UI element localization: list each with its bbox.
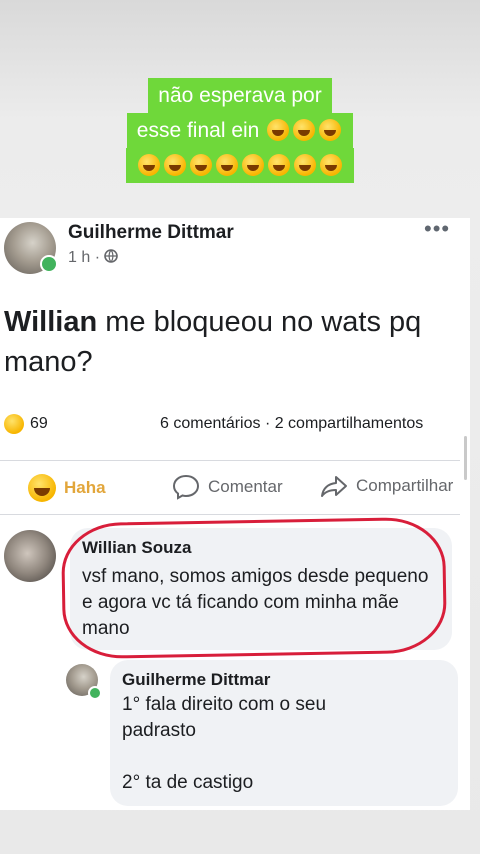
- scrollbar[interactable]: [464, 436, 467, 480]
- comment-button[interactable]: Comentar: [172, 474, 283, 500]
- highlight-circle: [60, 516, 448, 660]
- haha-emoji-icon: [28, 474, 56, 502]
- haha-reaction-icon[interactable]: [4, 414, 24, 434]
- comment-icon: [172, 474, 200, 500]
- laughing-emoji-icon: [319, 119, 342, 141]
- post-timestamp: 1 h ·: [68, 249, 119, 267]
- commenter-avatar-1[interactable]: [4, 530, 56, 582]
- globe-icon: [104, 249, 119, 263]
- comment-author-2[interactable]: Guilherme Dittmar: [122, 670, 270, 690]
- caption-line-1: não esperava por: [148, 78, 332, 113]
- caption-line-3: [126, 148, 354, 183]
- laughing-emoji-icon: [242, 154, 264, 176]
- laughing-emoji-icon: [293, 119, 316, 141]
- haha-label: Haha: [64, 478, 106, 497]
- online-status-dot-2: [88, 686, 102, 700]
- laughing-emoji-icon: [320, 154, 342, 176]
- reaction-count[interactable]: 69: [30, 415, 48, 433]
- comment-text-2-line-2: padrasto: [122, 720, 196, 741]
- post-stats[interactable]: 6 comentários · 2 compartilhamentos: [160, 415, 423, 433]
- post-time-text: 1 h ·: [68, 249, 101, 266]
- caption-line-2: esse final ein: [126, 113, 354, 148]
- laughing-emoji-icon: [216, 154, 238, 176]
- laughing-emoji-icon: [190, 154, 212, 176]
- laughing-emoji-icon: [268, 154, 290, 176]
- share-label: Compartilhar: [356, 476, 454, 495]
- laughing-emoji-icon: [294, 154, 316, 176]
- more-options-icon[interactable]: •••: [424, 216, 450, 242]
- laughing-emoji-icon: [164, 154, 186, 176]
- share-button[interactable]: Compartilhar: [320, 474, 453, 498]
- comment-text-2-line-3: 2° ta de castigo: [122, 772, 254, 793]
- comment-text-2-line-1: 1° fala direito com o seu: [122, 694, 327, 715]
- laughing-emoji-icon: [267, 119, 290, 141]
- caption-line-2-text: esse final ein: [136, 119, 260, 142]
- video-caption: não esperava por esse final ein: [102, 78, 378, 183]
- share-icon: [321, 476, 347, 497]
- divider-bottom: [0, 514, 460, 515]
- post-text-bold: Willian: [4, 306, 98, 338]
- haha-button[interactable]: Haha: [28, 474, 106, 502]
- divider-top: [0, 460, 460, 461]
- post-author-name[interactable]: Guilherme Dittmar: [68, 222, 234, 244]
- online-status-dot: [40, 255, 58, 273]
- post-text: Willian me bloqueou no wats pq mano?: [4, 302, 454, 382]
- laughing-emoji-icon: [138, 154, 160, 176]
- comment-label: Comentar: [208, 477, 283, 496]
